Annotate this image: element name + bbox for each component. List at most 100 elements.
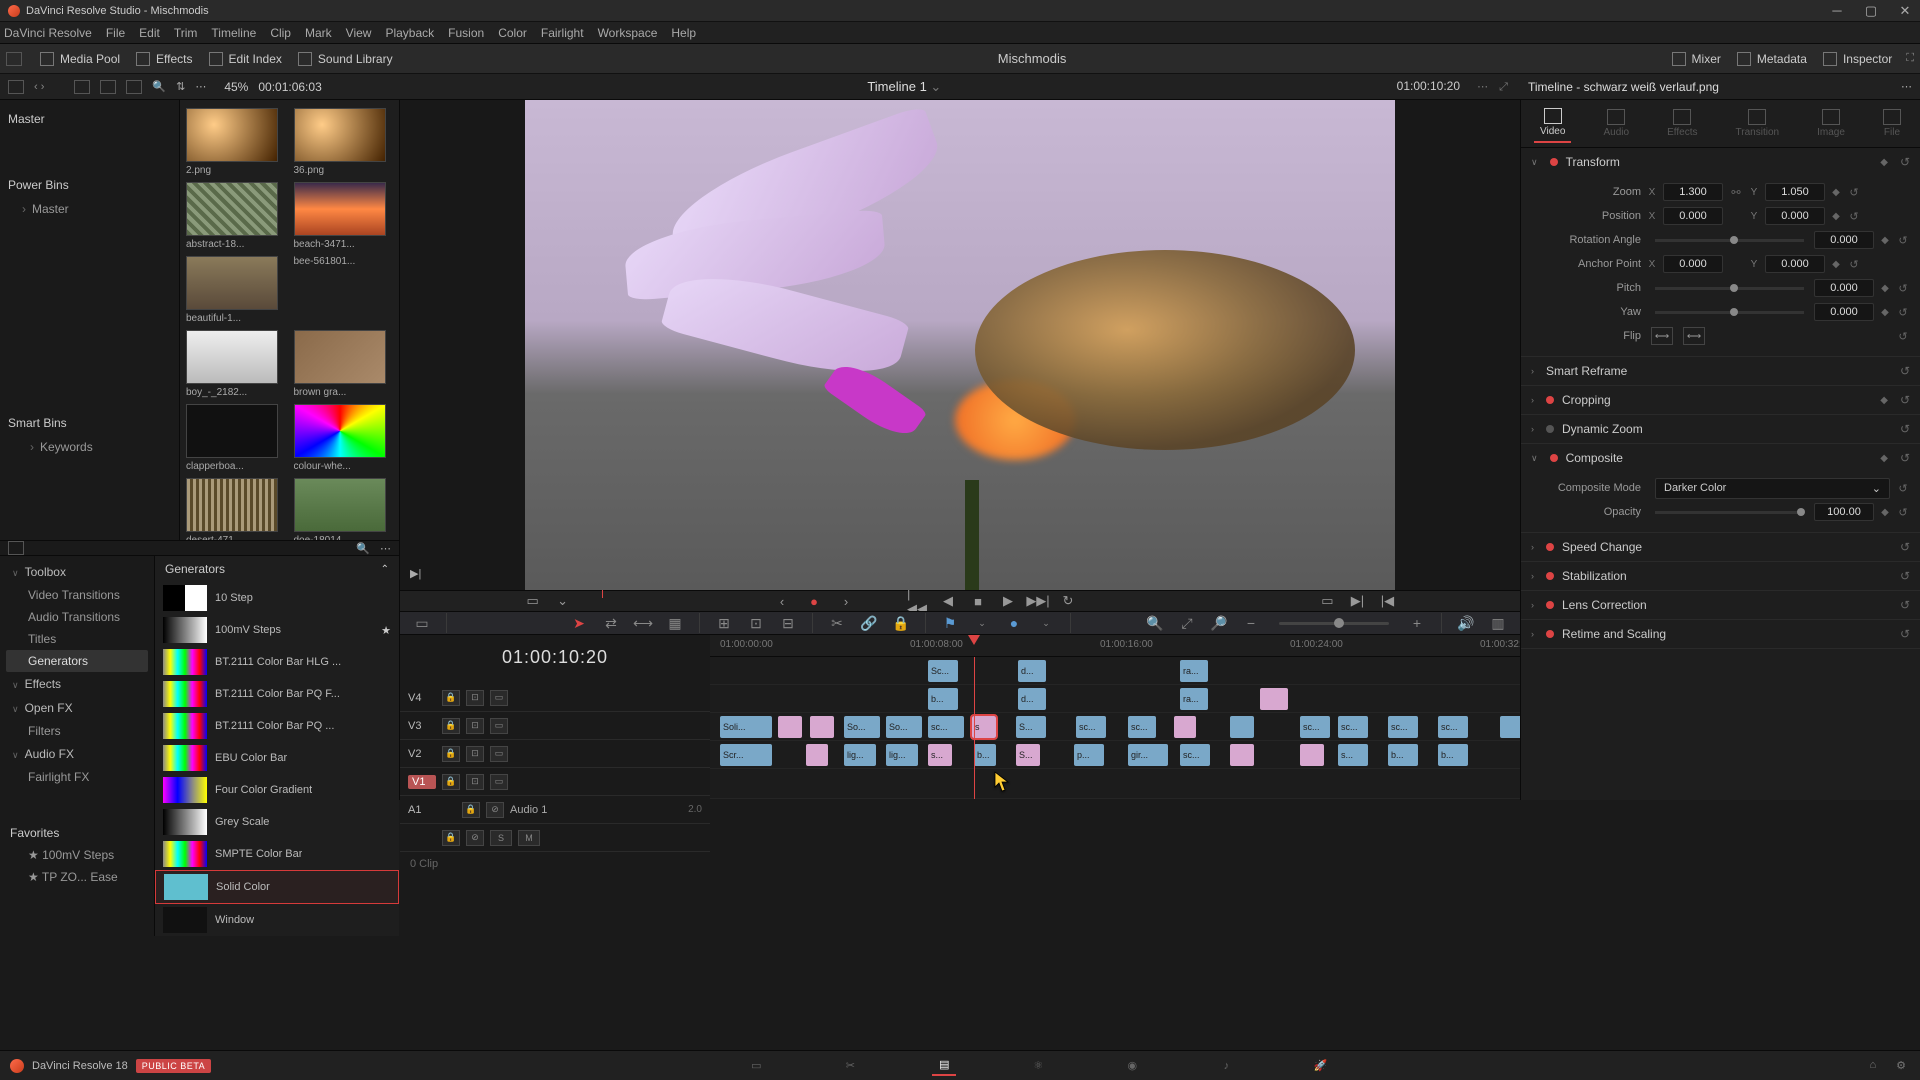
generator-bt-2111-color-bar-pq-f-[interactable]: BT.2111 Color Bar PQ F... <box>155 678 399 710</box>
opacity-input[interactable] <box>1814 503 1874 521</box>
track-auto[interactable]: ⊡ <box>466 690 484 706</box>
timeline-clip[interactable]: sc... <box>1300 716 1330 738</box>
pos-y-input[interactable] <box>1765 207 1825 225</box>
viewer-next-icon[interactable]: ▶| <box>410 567 421 580</box>
media-thumb[interactable]: 2.png <box>186 108 286 176</box>
play-button[interactable]: ▶ <box>997 591 1019 611</box>
menu-workspace[interactable]: Workspace <box>598 26 658 40</box>
track-row[interactable]: Scr...lig...lig...s...b...S...p...gir...… <box>710 741 1520 769</box>
page-media[interactable]: ▭ <box>744 1056 768 1076</box>
tl-fit-icon[interactable]: ⤢ <box>1175 612 1199 634</box>
prev-edit-icon[interactable]: ‹ <box>771 591 793 611</box>
media-thumb[interactable]: beautiful-1... <box>186 256 286 324</box>
media-thumb[interactable]: desert-471... <box>186 478 286 540</box>
pitch-input[interactable] <box>1814 279 1874 297</box>
timeline-clip[interactable]: ra... <box>1180 688 1208 710</box>
search-icon[interactable]: 🔍 <box>152 80 166 93</box>
opacity-reset[interactable]: ↺ <box>1896 506 1910 519</box>
fullscreen-icon[interactable]: ⛶ <box>1906 52 1914 65</box>
timeline-clip[interactable]: S... <box>1016 716 1046 738</box>
metadata-button[interactable]: Metadata <box>1737 52 1807 66</box>
track-row-audio[interactable] <box>710 769 1520 799</box>
pitch-reset[interactable]: ↺ <box>1896 282 1910 295</box>
flip-h-button[interactable]: ⟷ <box>1651 327 1673 345</box>
rot-reset[interactable]: ↺ <box>1896 234 1910 247</box>
audio-disable[interactable]: ⊘ <box>466 830 484 846</box>
pitch-slider[interactable] <box>1655 287 1804 290</box>
tl-custom-zoom-icon[interactable]: 🔎 <box>1207 612 1231 634</box>
dynamic-trim-tool[interactable]: ⟷ <box>631 612 655 634</box>
media-thumb[interactable]: abstract-18... <box>186 182 286 250</box>
edit-index-button[interactable]: Edit Index <box>209 52 282 66</box>
media-thumb[interactable]: boy_-_2182... <box>186 330 286 398</box>
generator-window[interactable]: Window <box>155 904 399 936</box>
inspector-tab-effects[interactable]: Effects <box>1661 105 1703 142</box>
menu-file[interactable]: File <box>106 26 125 40</box>
track-lock[interactable]: 🔒 <box>442 718 460 734</box>
menu-playback[interactable]: Playback <box>385 26 434 40</box>
generator-solid-color[interactable]: Solid Color <box>155 870 399 904</box>
track-auto[interactable]: ⊡ <box>466 718 484 734</box>
anchor-y-input[interactable] <box>1765 255 1825 273</box>
zoom-reset[interactable]: ↺ <box>1847 186 1861 199</box>
fx-sub-fairlight[interactable]: Fairlight FX <box>6 766 148 788</box>
rec-dot-icon[interactable]: ● <box>803 591 825 611</box>
menu-edit[interactable]: Edit <box>139 26 160 40</box>
replace-clip-icon[interactable]: ⊟ <box>776 612 800 634</box>
fx-more-icon[interactable]: ⋯ <box>380 542 391 555</box>
fx-cat-toolbox[interactable]: Toolbox <box>6 560 148 584</box>
next-edit-icon[interactable]: › <box>835 591 857 611</box>
layout-icon[interactable] <box>6 52 22 66</box>
menu-help[interactable]: Help <box>671 26 696 40</box>
timeline-clip[interactable]: Soli... <box>720 716 772 738</box>
timeline-clip[interactable] <box>1260 688 1288 710</box>
match-frame-icon[interactable]: ▭ <box>1316 591 1338 611</box>
generator-100mv-steps[interactable]: 100mV Steps★ <box>155 614 399 646</box>
timeline-clip[interactable]: lig... <box>844 744 876 766</box>
composite-reset[interactable]: ↺ <box>1896 482 1910 495</box>
track-disable[interactable]: ▭ <box>490 746 508 762</box>
flip-v-button[interactable]: ⟷ <box>1683 327 1705 345</box>
generator-smpte-color-bar[interactable]: SMPTE Color Bar <box>155 838 399 870</box>
zoom-y-input[interactable] <box>1765 183 1825 201</box>
fx-sub-titles[interactable]: Titles <box>6 628 148 650</box>
audio-mute[interactable]: M <box>518 830 540 846</box>
fx-fav-100mv[interactable]: ★ 100mV Steps <box>6 844 148 866</box>
tl-view-opts-icon[interactable]: ▭ <box>410 612 434 634</box>
track-header-v4[interactable]: V4🔒⊡▭ <box>400 684 710 712</box>
maximize-button[interactable]: ▢ <box>1864 3 1878 19</box>
trim-tool[interactable]: ⇄ <box>599 612 623 634</box>
zoom-x-input[interactable] <box>1663 183 1723 201</box>
inspector-smart-reframe[interactable]: Smart Reframe↺ <box>1521 357 1920 385</box>
timeline-clip[interactable] <box>810 716 834 738</box>
track-header-v2[interactable]: V2🔒⊡▭ <box>400 740 710 768</box>
page-color[interactable]: ◉ <box>1120 1056 1144 1076</box>
menu-view[interactable]: View <box>346 26 372 40</box>
media-thumb[interactable]: colour-whe... <box>294 404 394 472</box>
yaw-input[interactable] <box>1814 303 1874 321</box>
track-audio-link[interactable]: ⊘ <box>486 802 504 818</box>
list-view-icon[interactable] <box>8 80 24 94</box>
minimize-button[interactable]: ─ <box>1830 3 1844 19</box>
timeline-clip[interactable] <box>1174 716 1196 738</box>
selection-tool[interactable]: ➤ <box>567 612 591 634</box>
viewer-zoom[interactable]: 45% <box>224 80 248 94</box>
fx-search-icon[interactable]: 🔍 <box>356 542 370 555</box>
page-fusion[interactable]: ⚛ <box>1026 1056 1050 1076</box>
close-button[interactable]: ✕ <box>1898 3 1912 19</box>
generator-bt-2111-color-bar-hlg-[interactable]: BT.2111 Color Bar HLG ... <box>155 646 399 678</box>
bins-master[interactable]: Master <box>8 106 171 132</box>
timeline-clip[interactable]: sc... <box>928 716 964 738</box>
inspector-dynamic-zoom[interactable]: Dynamic Zoom↺ <box>1521 415 1920 443</box>
thumb-grid-icon[interactable] <box>100 80 116 94</box>
track-disable[interactable]: ▭ <box>490 774 508 790</box>
link-icon[interactable]: 🔗 <box>857 612 881 634</box>
media-thumb[interactable]: brown gra... <box>294 330 394 398</box>
viewer-opts-icon[interactable]: ⋯ <box>1477 81 1488 93</box>
media-thumb[interactable]: bee-561801... <box>294 256 394 324</box>
track-audio-lock[interactable]: 🔒 <box>462 802 480 818</box>
viewer-expand-icon[interactable]: ⤢ <box>1499 81 1508 93</box>
timeline-clip[interactable]: gir... <box>1128 744 1168 766</box>
track-header-v1[interactable]: V1🔒⊡▭ <box>400 768 710 796</box>
media-thumb[interactable]: 36.png <box>294 108 394 176</box>
